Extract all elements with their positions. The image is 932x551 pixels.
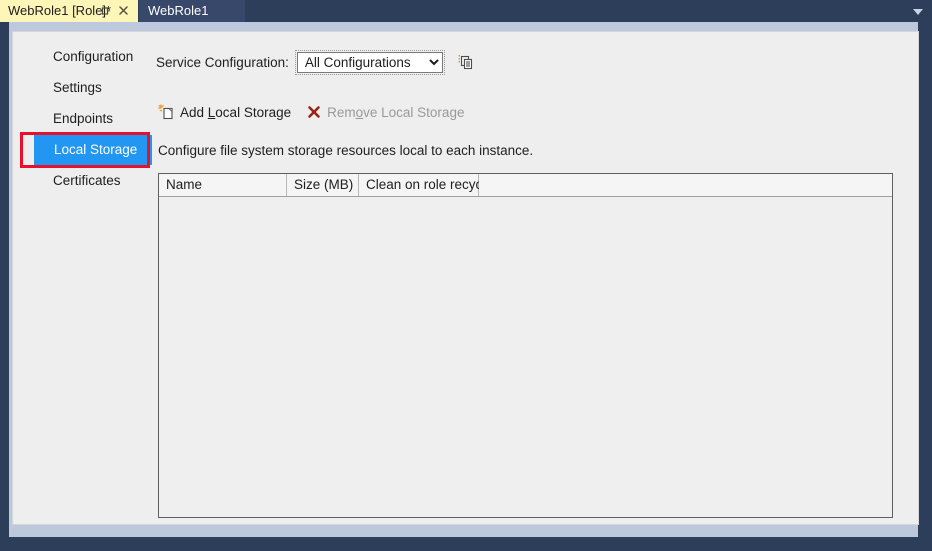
grid-column-header-name[interactable]: Name (159, 174, 287, 196)
local-storage-command-bar: Add Local Storage Remove Local Storage (158, 101, 464, 123)
grid-body-empty[interactable] (159, 197, 892, 517)
remove-local-storage-label: Remove Local Storage (327, 104, 465, 120)
pin-icon[interactable] (98, 4, 112, 18)
tab-label: WebRole1 (148, 3, 209, 18)
role-designer-surface: Configuration Settings Endpoints Local S… (12, 31, 919, 525)
window-frame-right (918, 22, 932, 551)
tab-label: WebRole1 [Role]* (8, 3, 112, 18)
visual-studio-role-designer: WebRole1 [Role]* WebRole1 Configuration … (0, 0, 932, 551)
grid-column-header-clean-on-role-recycle[interactable]: Clean on role recycle (359, 174, 493, 196)
remove-local-storage-icon (305, 103, 323, 121)
sidebar-item-label: Local Storage (54, 142, 138, 157)
remove-local-storage-button[interactable]: Remove Local Storage (305, 101, 464, 123)
designer-sidebar: Configuration Settings Endpoints Local S… (13, 32, 153, 524)
sidebar-item-configuration[interactable]: Configuration (33, 42, 153, 72)
local-storage-panel: Service Configuration: All Configuration… (153, 32, 918, 524)
chevron-down-icon[interactable] (910, 4, 926, 18)
add-local-storage-label: Add Local Storage (180, 104, 292, 120)
document-tab-strip: WebRole1 [Role]* WebRole1 (0, 0, 932, 22)
copy-configuration-icon[interactable] (457, 53, 477, 73)
sidebar-item-endpoints[interactable]: Endpoints (33, 104, 153, 134)
sidebar-item-settings[interactable]: Settings (33, 73, 153, 103)
sidebar-item-label: Certificates (53, 173, 121, 188)
local-storage-grid[interactable]: Name Size (MB) Clean on role recycle (158, 173, 893, 518)
window-frame-bottom (0, 537, 932, 551)
sidebar-item-label: Configuration (53, 49, 134, 64)
service-configuration-select[interactable]: All Configurations (294, 50, 445, 75)
tab-webrole1[interactable]: WebRole1 (139, 0, 245, 22)
sidebar-item-label: Endpoints (53, 111, 114, 126)
tab-webrole1-role[interactable]: WebRole1 [Role]* (0, 0, 138, 22)
service-configuration-label: Service Configuration: (156, 55, 289, 70)
panel-description: Configure file system storage resources … (158, 143, 534, 158)
sidebar-item-local-storage[interactable]: Local Storage (34, 135, 152, 165)
add-local-storage-button[interactable]: Add Local Storage (158, 101, 291, 123)
grid-column-header-size[interactable]: Size (MB) (287, 174, 359, 196)
add-local-storage-icon (158, 103, 176, 121)
service-configuration-row: Service Configuration: All Configuration… (156, 50, 477, 75)
window-frame-left (0, 22, 9, 551)
grid-column-header-filler (479, 174, 892, 196)
sidebar-item-certificates[interactable]: Certificates (33, 166, 153, 196)
sidebar-item-label: Settings (53, 80, 102, 95)
close-icon[interactable] (116, 3, 131, 18)
grid-header-row: Name Size (MB) Clean on role recycle (159, 174, 892, 197)
